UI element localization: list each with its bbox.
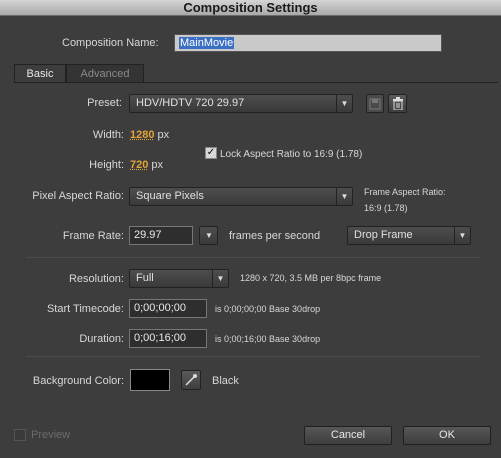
window-title: Composition Settings (0, 0, 501, 16)
divider (26, 356, 480, 357)
resolution-info: 1280 x 720, 3.5 MB per 8bpc frame (240, 273, 382, 283)
chevron-down-icon: ▼ (454, 227, 470, 244)
chevron-down-icon: ▼ (212, 270, 228, 287)
background-color-swatch[interactable] (130, 369, 170, 391)
resolution-select[interactable]: Full ▼ (129, 269, 229, 288)
start-timecode-info: is 0;00;00;00 Base 30drop (215, 304, 321, 314)
tab-panel-border (14, 82, 498, 83)
dialog-body: Composition Name: MainMovie Basic Advanc… (0, 16, 501, 458)
preview-label: Preview (31, 429, 71, 441)
frame-rate-label: Frame Rate: (62, 230, 124, 242)
eyedropper-icon[interactable] (181, 370, 201, 390)
pixel-aspect-select[interactable]: Square Pixels ▼ (129, 187, 353, 206)
frame-rate-dropdown[interactable]: ▼ (199, 226, 218, 245)
cancel-button[interactable]: Cancel (304, 426, 392, 445)
trash-icon[interactable] (388, 94, 407, 113)
lock-aspect-checkbox[interactable]: ✓ (205, 147, 217, 159)
height-label: Height: (89, 159, 124, 171)
composition-name-label: Composition Name: (62, 37, 159, 49)
divider (26, 257, 480, 258)
width-field[interactable]: 1280 px (130, 129, 169, 141)
pixel-aspect-label: Pixel Aspect Ratio: (32, 190, 124, 202)
height-value: 720 (130, 159, 149, 171)
tab-basic[interactable]: Basic (14, 64, 66, 82)
start-timecode-label: Start Timecode: (46, 303, 124, 315)
composition-name-input[interactable]: MainMovie (174, 34, 442, 52)
duration-label: Duration: (79, 333, 124, 345)
frame-aspect-label: Frame Aspect Ratio: (364, 187, 446, 197)
chevron-down-icon: ▼ (205, 231, 213, 240)
tab-advanced[interactable]: Advanced (66, 64, 144, 82)
ok-button[interactable]: OK (403, 426, 491, 445)
width-label: Width: (92, 129, 124, 141)
pixel-aspect-value: Square Pixels (136, 190, 204, 202)
duration-info: is 0;00;16;00 Base 30drop (215, 334, 321, 344)
background-color-name: Black (212, 375, 239, 387)
preset-select[interactable]: HDV/HDTV 720 29.97 ▼ (129, 94, 353, 113)
preset-label: Preset: (87, 97, 122, 109)
width-value: 1280 (130, 129, 155, 141)
resolution-label: Resolution: (68, 273, 124, 285)
lock-aspect-label: Lock Aspect Ratio to 16:9 (1.78) (220, 149, 363, 160)
drop-frame-value: Drop Frame (354, 229, 413, 241)
background-color-label: Background Color: (32, 375, 124, 387)
save-preset-icon[interactable] (366, 94, 384, 113)
duration-input[interactable]: 0;00;16;00 (129, 329, 207, 348)
preset-value: HDV/HDTV 720 29.97 (136, 97, 245, 109)
resolution-value: Full (136, 272, 154, 284)
drop-frame-select[interactable]: Drop Frame ▼ (347, 226, 471, 245)
start-timecode-input[interactable]: 0;00;00;00 (129, 299, 207, 318)
composition-name-value: MainMovie (179, 37, 235, 49)
chevron-down-icon: ▼ (336, 188, 352, 205)
width-unit: px (157, 129, 170, 141)
height-unit: px (151, 159, 164, 171)
frame-rate-suffix: frames per second (229, 230, 321, 242)
height-field[interactable]: 720 px (130, 159, 163, 171)
frame-aspect-value: 16:9 (1.78) (364, 203, 408, 213)
preview-checkbox[interactable] (14, 429, 26, 441)
frame-rate-input[interactable]: 29.97 (129, 226, 193, 245)
chevron-down-icon: ▼ (336, 95, 352, 112)
